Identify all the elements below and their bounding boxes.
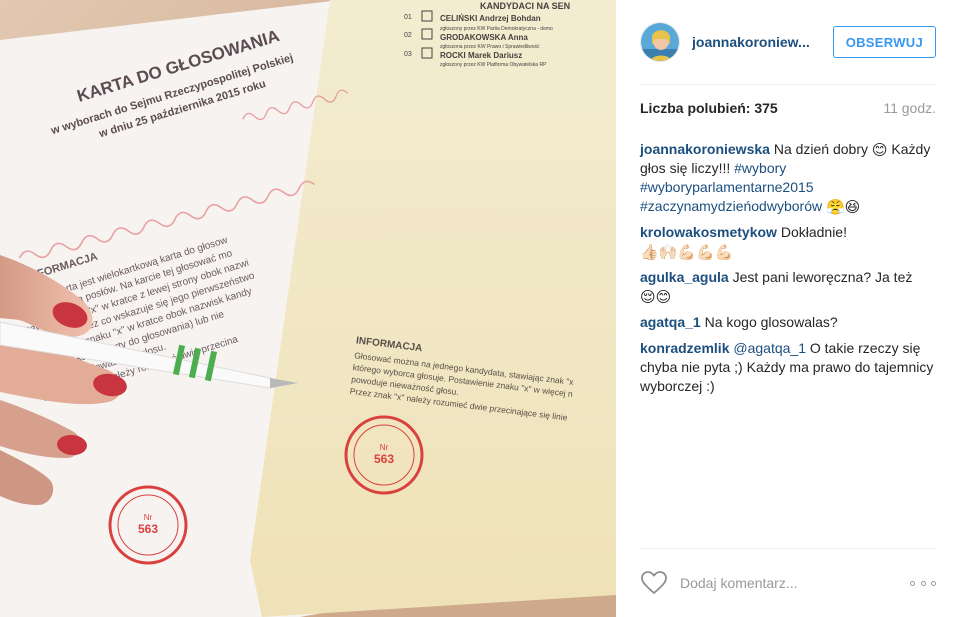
- comment-item: agulka_agula Jest pani leworęczna? Ja te…: [640, 268, 940, 306]
- post-username[interactable]: joannakoroniew...: [692, 34, 821, 50]
- svg-text:Nr: Nr: [380, 443, 389, 452]
- follow-button[interactable]: OBSERWUJ: [832, 26, 936, 58]
- hashtag-link[interactable]: #wyboryparlamentarne2015: [640, 179, 814, 195]
- svg-text:01: 01: [404, 14, 412, 21]
- svg-text:KANDYDACI NA SEN: KANDYDACI NA SEN: [480, 1, 570, 11]
- comment-text: Na dzień dobry: [769, 141, 872, 157]
- avatar-image: [641, 23, 679, 61]
- svg-text:zgłoszony przez KW Platforma O: zgłoszony przez KW Platforma Obywatelska…: [440, 62, 547, 68]
- hashtag-link[interactable]: @agatqa_1: [733, 340, 806, 356]
- comment-item: joannakoroniewska Na dzień dobry 😊 Każdy…: [640, 140, 940, 216]
- comment-text: Jest pani leworęczna? Ja też: [728, 269, 913, 285]
- comment-author[interactable]: agulka_agula: [640, 269, 729, 285]
- svg-text:02: 02: [404, 32, 412, 39]
- comment-author[interactable]: agatqa_1: [640, 314, 701, 330]
- svg-text:GRODAKOWSKA Anna: GRODAKOWSKA Anna: [440, 33, 528, 42]
- comment-author[interactable]: konradzemlik: [640, 340, 729, 356]
- post-time[interactable]: 11 godz.: [883, 100, 936, 116]
- header-divider: [640, 84, 936, 85]
- post-sidebar: joannakoroniew... OBSERWUJ Liczba polubi…: [616, 0, 960, 617]
- emoji: 😤😆: [825, 199, 861, 216]
- instagram-post: KARTA DO GŁOSOWANIA w wyborach do Sejmu …: [0, 0, 960, 617]
- avatar[interactable]: [640, 22, 680, 62]
- heart-icon: [641, 571, 667, 594]
- comment-item: krolowakosmetykow Dokładnie! 👍🏻🙌🏻💪🏻💪🏻💪🏻: [640, 223, 940, 261]
- svg-text:zgłoszona przez KW Prawo i Spr: zgłoszona przez KW Prawo i Sprawiedliwoś…: [440, 44, 540, 50]
- post-header: joannakoroniew... OBSERWUJ: [640, 0, 936, 84]
- comment-item: konradzemlik @agatqa_1 O takie rzeczy si…: [640, 339, 940, 396]
- emoji: 😊: [871, 142, 888, 159]
- more-options-button[interactable]: [910, 575, 936, 591]
- comment-author[interactable]: joannakoroniewska: [640, 141, 770, 157]
- likes-count[interactable]: Liczba polubień: 375: [640, 100, 778, 116]
- add-comment-row: [640, 566, 936, 600]
- footer-divider: [640, 548, 936, 549]
- emoji: 😌😊: [640, 289, 672, 306]
- hashtag-link[interactable]: #zaczynamydzieńodwyborów: [640, 198, 822, 214]
- comment-text: Na kogo glosowalas?: [700, 314, 838, 330]
- svg-text:563: 563: [138, 522, 158, 536]
- post-stats: Liczba polubień: 375 11 godz.: [640, 100, 936, 116]
- svg-text:ROCKI Marek Dariusz: ROCKI Marek Dariusz: [440, 51, 522, 60]
- svg-text:zgłoszony przez KW Partia Demo: zgłoszony przez KW Partia Demokratyczna …: [440, 26, 553, 32]
- comment-list: joannakoroniewska Na dzień dobry 😊 Każdy…: [640, 140, 940, 403]
- hashtag-link[interactable]: #wybory: [734, 160, 786, 176]
- ballot-photo-illustration: KARTA DO GŁOSOWANIA w wyborach do Sejmu …: [0, 0, 616, 617]
- svg-text:03: 03: [404, 51, 412, 58]
- comment-item: agatqa_1 Na kogo glosowalas?: [640, 313, 940, 332]
- comment-text: Dokładnie!: [776, 224, 847, 240]
- svg-text:Nr: Nr: [144, 513, 153, 522]
- comment-input[interactable]: [680, 575, 910, 591]
- post-photo[interactable]: KARTA DO GŁOSOWANIA w wyborach do Sejmu …: [0, 0, 616, 617]
- more-options-icon: [910, 580, 915, 586]
- svg-text:CELIŃSKI Andrzej Bohdan: CELIŃSKI Andrzej Bohdan: [440, 14, 541, 23]
- emoji: 👍🏻🙌🏻💪🏻💪🏻💪🏻: [640, 244, 734, 261]
- svg-text:563: 563: [374, 452, 394, 466]
- comment-author[interactable]: krolowakosmetykow: [640, 224, 777, 240]
- like-button[interactable]: [640, 569, 668, 597]
